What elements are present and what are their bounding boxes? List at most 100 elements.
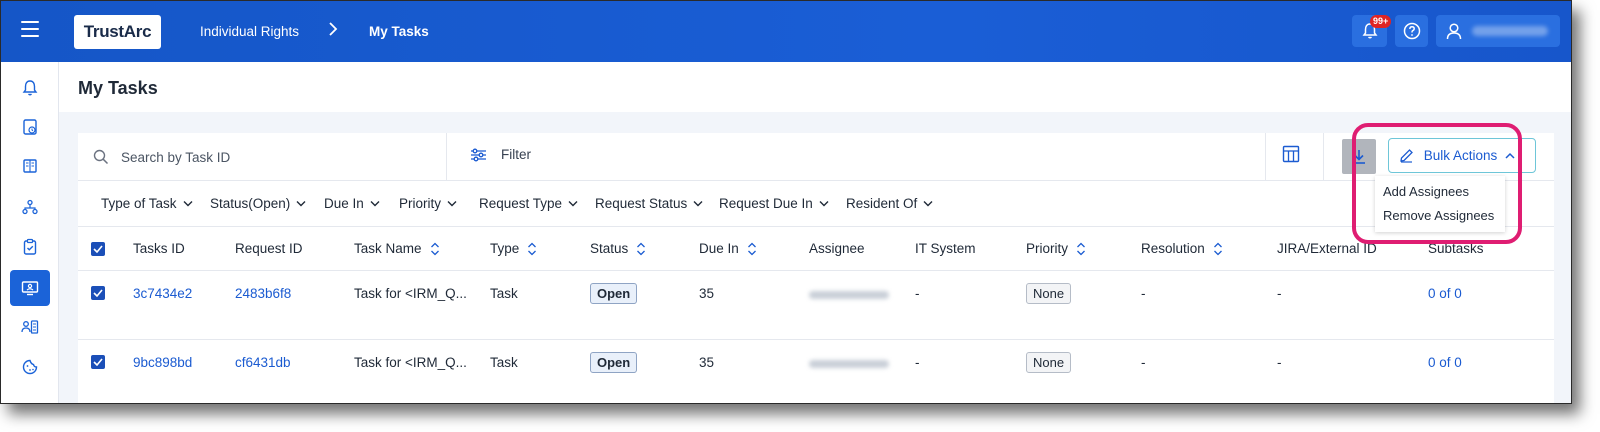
filter-due-in[interactable]: Due In [324,196,380,211]
subtasks-link[interactable]: 0 of 0 [1428,355,1462,370]
sort-icon [1077,242,1085,255]
help-icon [1403,22,1420,40]
assignee-redacted [809,360,889,368]
table-header: Tasks ID Request ID Task Name Type Statu… [78,227,1554,271]
filter-label: Filter [501,147,531,162]
page-header: My Tasks [59,62,1571,112]
request-id-link[interactable]: 2483b6f8 [235,286,291,301]
table-row: 9bc898bd cf6431db Task for <IRM_Q... Tas… [78,340,1554,403]
book-icon [23,159,37,173]
filter-request-status[interactable]: Request Status [595,196,703,211]
search-icon [93,149,109,165]
calendar-clock-icon [23,119,37,135]
menu-item-add-assignees[interactable]: Add Assignees [1383,184,1469,199]
breadcrumb-my-tasks: My Tasks [369,24,429,39]
chevron-up-icon [1505,152,1515,159]
column-request-id: Request ID [235,241,303,256]
jira-id: - [1277,286,1282,301]
trustarc-logo[interactable]: TrustArc [74,15,161,49]
help-button[interactable] [1395,15,1428,47]
check-icon [93,245,103,253]
filter-request-type[interactable]: Request Type [479,196,578,211]
pencil-icon [1399,149,1413,163]
filter-button[interactable]: Filter [470,147,531,162]
select-all-checkbox[interactable] [91,242,105,256]
monitor-user-icon [21,281,39,296]
status-badge: Open [590,283,638,304]
task-id-link[interactable]: 3c7434e2 [133,286,192,301]
network-icon [22,199,38,215]
table-row: 3c7434e2 2483b6f8 Task for <IRM_Q... Tas… [78,271,1554,340]
breadcrumb-individual-rights[interactable]: Individual Rights [200,24,299,39]
resolution: - [1141,286,1146,301]
sort-icon [430,242,439,255]
priority-badge: None [1026,352,1072,373]
chevron-down-icon [693,201,703,207]
menu-item-remove-assignees[interactable]: Remove Assignees [1383,208,1494,223]
nav-contacts[interactable] [10,309,50,345]
user-icon [1446,23,1462,40]
request-id-link[interactable]: cf6431db [235,355,291,370]
nav-network[interactable] [10,189,50,225]
breadcrumb-chevron-icon [328,21,338,42]
filter-status[interactable]: Status(Open) [210,196,306,211]
row-checkbox[interactable] [91,355,105,369]
nav-cookies[interactable] [10,349,50,385]
column-due-in[interactable]: Due In [699,241,757,256]
bulk-actions-menu: Add Assignees Remove Assignees [1375,176,1505,232]
user-menu-button[interactable] [1436,15,1560,47]
side-nav [1,62,59,403]
chevron-down-icon [568,201,578,207]
sort-icon [747,242,756,255]
filter-request-due-in[interactable]: Request Due In [719,196,829,211]
filters-row: Type of Task Status(Open) Due In Priorit… [78,181,1554,227]
chevron-down-icon [296,201,306,207]
toolbar-divider [1323,133,1324,181]
row-checkbox[interactable] [91,286,105,300]
filter-type-of-task[interactable]: Type of Task [101,196,193,211]
filter-priority[interactable]: Priority [399,196,457,211]
column-status[interactable]: Status [590,241,646,256]
it-system: - [915,286,920,301]
table-columns-icon [1282,145,1300,163]
chevron-down-icon [819,201,829,207]
column-priority[interactable]: Priority [1026,241,1086,256]
priority-badge: None [1026,283,1072,304]
nav-individual-rights[interactable] [10,270,50,306]
bulk-actions-label: Bulk Actions [1423,148,1498,163]
column-resolution[interactable]: Resolution [1141,241,1223,256]
tasks-panel: Filter Bulk Actions Type of Task Status(… [78,133,1554,403]
nav-notifications[interactable] [10,70,50,106]
nav-schedule[interactable] [10,109,50,145]
chevron-down-icon [183,201,193,207]
resolution: - [1141,355,1146,370]
column-type[interactable]: Type [490,241,537,256]
sort-icon [1213,242,1222,255]
task-id-link[interactable]: 9bc898bd [133,355,192,370]
check-icon [93,358,103,366]
bell-icon [22,80,38,96]
column-it-system: IT System [915,241,976,256]
due-in: 35 [699,355,715,370]
jira-id: - [1277,355,1282,370]
columns-button[interactable] [1282,145,1300,168]
download-button[interactable] [1342,139,1376,174]
status-badge: Open [590,352,638,373]
task-type: Task [490,355,518,370]
clipboard-check-icon [23,238,37,255]
column-task-name[interactable]: Task Name [354,241,440,256]
subtasks-link[interactable]: 0 of 0 [1428,286,1462,301]
chevron-down-icon [923,201,933,207]
filter-resident-of[interactable]: Resident Of [846,196,933,211]
nav-assessments[interactable] [10,229,50,265]
task-type: Task [490,286,518,301]
search-box [78,133,447,181]
bulk-actions-button[interactable]: Bulk Actions [1388,138,1536,173]
column-subtasks: Subtasks [1428,241,1484,256]
top-bar: TrustArc Individual Rights My Tasks 99+ [1,1,1571,62]
toolbar-divider [1265,133,1266,181]
menu-icon[interactable] [21,21,39,41]
column-assignee: Assignee [809,241,865,256]
search-input[interactable] [121,149,421,165]
nav-records[interactable] [10,148,50,184]
